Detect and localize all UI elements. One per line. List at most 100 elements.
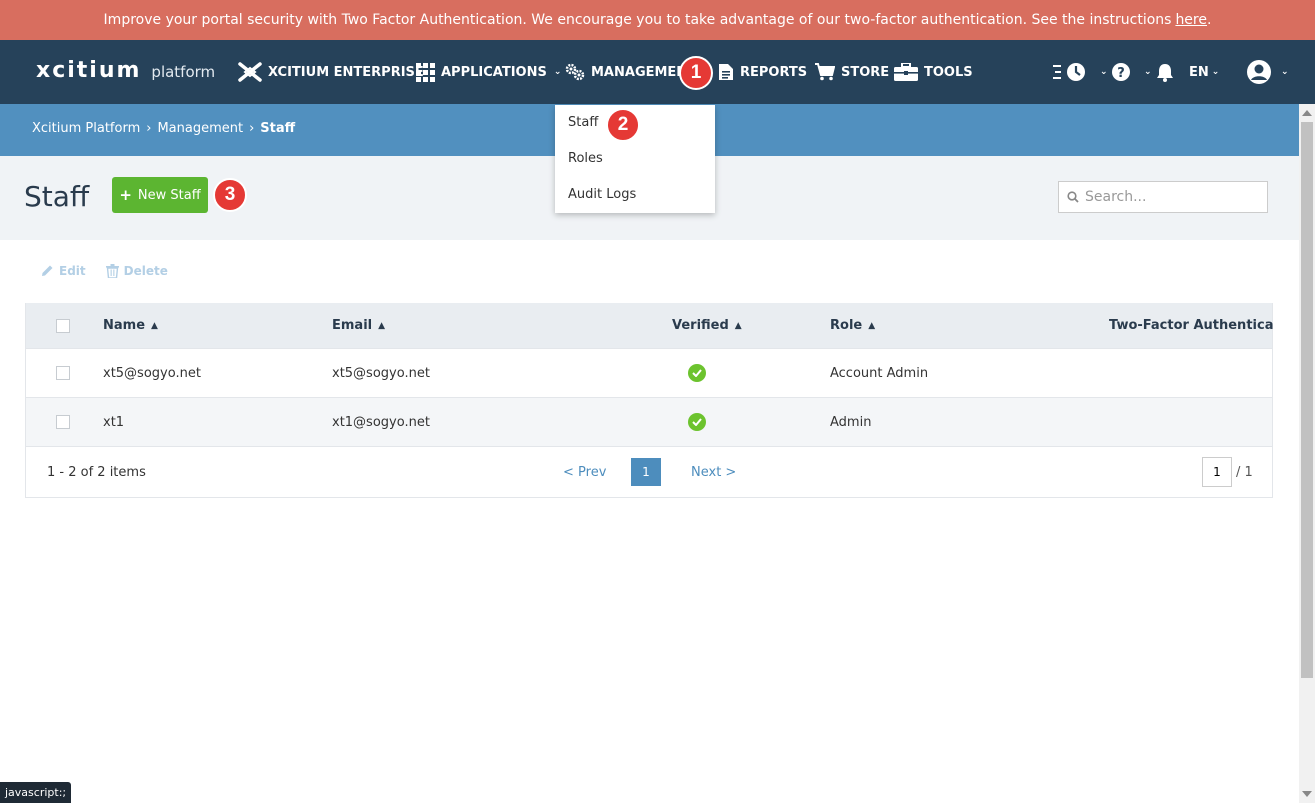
xcitium-logo[interactable]: xcitium platform	[36, 58, 215, 83]
nav-label: TOOLS	[924, 64, 973, 80]
chevron-down-icon: ⌄	[1100, 67, 1108, 77]
top-navigation: xcitium platform XCITIUM ENTERPRISE APPL…	[0, 40, 1315, 104]
dropdown-item-audit-logs[interactable]: Audit Logs	[555, 177, 715, 213]
select-all-checkbox[interactable]	[56, 318, 70, 333]
nav-label: STORE	[841, 64, 890, 80]
new-staff-button[interactable]: + New Staff	[112, 177, 208, 213]
sort-icon: ▲︎	[868, 320, 876, 331]
table-header: Name ▲︎ Email ▲︎ Verified ▲︎ Role ▲︎ Two…	[26, 303, 1273, 348]
staff-table: Name ▲︎ Email ▲︎ Verified ▲︎ Role ▲︎ Two…	[25, 303, 1273, 498]
nav-label: APPLICATIONS	[441, 64, 547, 80]
chevron-down-icon: ⌄	[1281, 67, 1289, 77]
dropdown-item-roles[interactable]: Roles	[555, 141, 715, 177]
chevron-down-icon: ⌄	[553, 67, 562, 77]
nav-tools[interactable]: TOOLS	[894, 40, 973, 104]
banner-text: Improve your portal security with Two Fa…	[103, 12, 1172, 28]
history-clock-icon	[1053, 63, 1085, 81]
column-label: Verified	[672, 318, 729, 333]
cell-name: xt5@sogyo.net	[103, 365, 201, 381]
sort-icon: ▲︎	[151, 320, 158, 331]
recent-activity-menu[interactable]: ⌄	[1053, 40, 1108, 104]
cell-verified	[688, 398, 706, 446]
sort-icon: ▲︎	[378, 320, 386, 331]
search-input[interactable]	[1085, 189, 1255, 205]
page-title: Staff	[24, 180, 90, 213]
nav-reports[interactable]: REPORTS	[718, 40, 807, 104]
browser-status-bar: javascript:;	[0, 782, 72, 803]
grid-icon	[416, 62, 435, 82]
banner-instructions-link[interactable]: here	[1175, 12, 1207, 28]
pagination-summary: 1 - 2 of 2 items	[47, 464, 146, 480]
column-label: Email	[332, 318, 373, 333]
nav-label: REPORTS	[740, 64, 808, 80]
column-name[interactable]: Name ▲︎	[103, 303, 158, 348]
column-label: Role	[830, 318, 863, 333]
help-icon: ?	[1112, 63, 1130, 81]
trash-icon	[105, 264, 119, 278]
user-avatar-icon	[1247, 60, 1271, 84]
row-checkbox[interactable]	[56, 366, 70, 380]
prev-page-link[interactable]: < Prev	[563, 447, 606, 497]
nav-applications[interactable]: APPLICATIONS ⌄	[416, 40, 561, 104]
select-all-cell	[56, 303, 70, 348]
edit-button[interactable]: Edit	[40, 264, 86, 278]
bell-icon	[1157, 64, 1173, 82]
breadcrumb-item-platform[interactable]: Xcitium Platform	[32, 121, 140, 136]
step-badge-1: 1	[679, 56, 713, 90]
column-label: Two-Factor Authentication	[1109, 318, 1273, 333]
sort-icon: ▲︎	[734, 320, 742, 331]
column-verified[interactable]: Verified ▲︎	[672, 303, 742, 348]
chevron-down-icon: ⌄	[1144, 67, 1152, 77]
toolbox-icon	[894, 63, 918, 81]
page-scrollbar[interactable]	[1299, 104, 1315, 803]
breadcrumb-item-management[interactable]: Management	[157, 121, 243, 136]
step-badge-3: 3	[213, 178, 247, 212]
nav-management[interactable]: MANAGEMENT	[565, 40, 696, 104]
search-icon	[1067, 191, 1079, 203]
pagination: 1 - 2 of 2 items < Prev 1 Next > / 1	[26, 446, 1272, 497]
scroll-up-arrow-icon[interactable]	[1302, 110, 1312, 116]
cell-role: Account Admin	[830, 365, 929, 381]
row-checkbox-cell	[56, 398, 70, 446]
table-row[interactable]: xt5@sogyo.net xt5@sogyo.net Account Admi…	[26, 348, 1272, 397]
logo-sub: platform	[151, 63, 216, 81]
nav-xcitium-enterprise[interactable]: XCITIUM ENTERPRISE	[238, 40, 424, 104]
column-email[interactable]: Email ▲︎	[332, 303, 385, 348]
cell-name: xt1	[103, 414, 125, 430]
scrollbar-thumb[interactable]	[1301, 122, 1313, 678]
user-menu[interactable]: ⌄	[1246, 40, 1289, 104]
page-button-1[interactable]: 1	[631, 458, 661, 486]
column-two-factor[interactable]: Two-Factor Authentication	[1109, 303, 1273, 348]
next-page-link[interactable]: Next >	[691, 447, 736, 497]
delete-button[interactable]: Delete	[105, 264, 168, 278]
row-checkbox[interactable]	[56, 415, 70, 429]
notifications-button[interactable]	[1155, 40, 1181, 104]
xcitium-x-icon	[238, 62, 262, 82]
chevron-down-icon: ⌄	[1211, 67, 1220, 77]
breadcrumb: Xcitium Platform › Management › Staff	[32, 121, 295, 136]
edit-label: Edit	[59, 264, 86, 278]
breadcrumb-separator-icon: ›	[146, 121, 152, 136]
language-selector[interactable]: EN ⌄	[1189, 40, 1219, 104]
delete-label: Delete	[123, 264, 168, 278]
table-toolbar: Edit Delete	[40, 264, 168, 278]
pencil-icon	[42, 265, 53, 276]
breadcrumb-item-staff: Staff	[260, 121, 296, 136]
page-number-input[interactable]	[1202, 457, 1232, 487]
language-label: EN	[1189, 64, 1209, 80]
cell-email: xt5@sogyo.net	[332, 365, 430, 381]
security-banner: Improve your portal security with Two Fa…	[0, 0, 1315, 40]
cell-email: xt1@sogyo.net	[332, 414, 430, 430]
document-icon	[719, 64, 733, 80]
banner-suffix: .	[1207, 12, 1212, 28]
verified-check-icon	[688, 364, 706, 382]
scroll-down-arrow-icon[interactable]	[1302, 791, 1312, 797]
column-role[interactable]: Role ▲︎	[830, 303, 875, 348]
nav-store[interactable]: STORE	[815, 40, 889, 104]
table-row[interactable]: xt1 xt1@sogyo.net Admin	[26, 397, 1272, 446]
gears-icon	[565, 63, 585, 81]
cell-verified	[688, 349, 706, 397]
column-label: Name	[103, 318, 146, 333]
help-menu[interactable]: ? ⌄	[1111, 40, 1152, 104]
new-staff-label: New Staff	[137, 187, 201, 203]
